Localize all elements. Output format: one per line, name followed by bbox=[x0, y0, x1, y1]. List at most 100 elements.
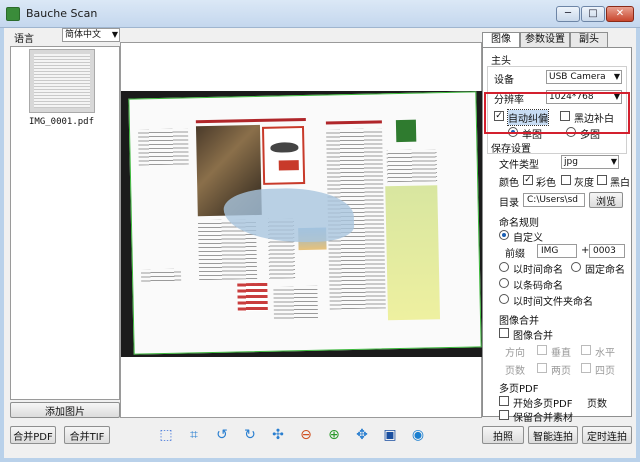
color-checkbox[interactable]: ✓ bbox=[523, 175, 533, 185]
title-bar: Bauche Scan ─ □ ✕ bbox=[0, 0, 640, 28]
directory-field[interactable]: C:\Users\sd bbox=[523, 193, 585, 207]
film-icon[interactable]: ▣ bbox=[380, 426, 400, 444]
fixed-radio[interactable] bbox=[571, 262, 581, 272]
naming-title: 命名规则 bbox=[499, 218, 539, 229]
barcode-radio[interactable] bbox=[499, 278, 509, 288]
two-pages-checkbox[interactable] bbox=[537, 363, 547, 373]
crop-icon[interactable]: ⌗ bbox=[184, 426, 204, 444]
custom-radio[interactable] bbox=[499, 230, 509, 240]
thumbnail-doc bbox=[34, 54, 90, 108]
yellow-sidebar bbox=[385, 185, 441, 321]
fixed-label[interactable]: 固定命名 bbox=[585, 261, 625, 276]
minimize-button[interactable]: ─ bbox=[556, 6, 580, 22]
barcode-label[interactable]: 以条码命名 bbox=[513, 277, 563, 292]
horizontal-label[interactable]: 水平 bbox=[595, 344, 615, 359]
directory-label: 目录 bbox=[499, 198, 519, 209]
chevron-down-icon: ▼ bbox=[109, 29, 118, 41]
scan-preview[interactable] bbox=[120, 42, 483, 418]
page-photo bbox=[237, 282, 268, 312]
chevron-down-icon: ▼ bbox=[611, 71, 620, 83]
counter-field[interactable]: 0003 bbox=[589, 244, 625, 258]
language-value: 简体中文 bbox=[65, 30, 102, 40]
scanned-page bbox=[128, 91, 482, 355]
horizontal-checkbox[interactable] bbox=[581, 345, 591, 355]
color-label: 颜色 bbox=[499, 178, 519, 189]
add-image-button[interactable]: 添加图片 bbox=[10, 402, 120, 418]
chevron-down-icon: ▼ bbox=[608, 156, 617, 168]
language-label: 语言 bbox=[14, 34, 34, 45]
merge-label[interactable]: 图像合并 bbox=[513, 327, 553, 342]
timed-shoot-button[interactable]: 定时连拍 bbox=[582, 426, 632, 444]
multipdf-title: 多页PDF bbox=[499, 384, 539, 395]
multipdf-pages-label: 页数 bbox=[587, 399, 607, 410]
maximize-button[interactable]: □ bbox=[581, 6, 605, 22]
by-time-radio[interactable] bbox=[499, 262, 509, 272]
green-logo-shape bbox=[395, 119, 417, 143]
device-value: USB Camera bbox=[549, 72, 606, 82]
smart-shoot-button[interactable]: 智能连拍 bbox=[528, 426, 578, 444]
client-area: 语言 简体中文 ▼ IMG_0001.pdf 添加图片 合并PDF 合并TIF … bbox=[4, 28, 636, 458]
close-button[interactable]: ✕ bbox=[606, 6, 634, 22]
header-rule bbox=[195, 117, 306, 124]
scan-background bbox=[121, 91, 483, 357]
zoom-out-icon[interactable]: ⊖ bbox=[296, 426, 316, 444]
color-option[interactable]: 彩色 bbox=[536, 174, 556, 189]
gray-option[interactable]: 灰度 bbox=[574, 174, 594, 189]
bird-shape bbox=[270, 142, 299, 153]
two-pages-label[interactable]: 两页 bbox=[551, 362, 571, 377]
device-select[interactable]: USB Camera ▼ bbox=[546, 70, 622, 84]
prefix-field[interactable]: IMG bbox=[537, 244, 577, 258]
text-column bbox=[138, 128, 189, 166]
thumbnail-filename: IMG_0001.pdf bbox=[29, 117, 95, 127]
vertical-checkbox[interactable] bbox=[537, 345, 547, 355]
price-tag bbox=[278, 160, 299, 171]
merge-checkbox[interactable] bbox=[499, 328, 509, 338]
bw-checkbox[interactable] bbox=[597, 175, 607, 185]
gray-checkbox[interactable] bbox=[561, 175, 571, 185]
fit-icon[interactable]: ✥ bbox=[352, 426, 372, 444]
bw-option[interactable]: 黑白 bbox=[610, 174, 630, 189]
start-multipdf-label[interactable]: 开始多页PDF bbox=[513, 395, 572, 410]
by-time-label[interactable]: 以时间命名 bbox=[513, 261, 563, 276]
rotate-left-icon[interactable]: ↺ bbox=[212, 426, 232, 444]
merge-pdf-button[interactable]: 合并PDF bbox=[10, 426, 56, 444]
eye-icon[interactable]: ◉ bbox=[408, 426, 428, 444]
language-select[interactable]: 简体中文 ▼ bbox=[62, 28, 120, 42]
header-rule bbox=[325, 120, 382, 125]
zoom-in-icon[interactable]: ⊕ bbox=[324, 426, 344, 444]
custom-label[interactable]: 自定义 bbox=[513, 229, 543, 244]
file-type-value: jpg bbox=[564, 157, 578, 167]
bottom-toolbar: 合并PDF 合并TIF ⬚ ⌗ ↺ ↻ ✣ ⊖ ⊕ ✥ ▣ ◉ 拍照 智能连拍 … bbox=[4, 422, 636, 456]
move-icon[interactable]: ✣ bbox=[268, 426, 288, 444]
merge-tif-button[interactable]: 合并TIF bbox=[64, 426, 110, 444]
four-pages-checkbox[interactable] bbox=[581, 363, 591, 373]
browse-button[interactable]: 浏览 bbox=[589, 192, 623, 208]
main-head-title: 主头 bbox=[491, 56, 511, 67]
keep-material-label[interactable]: 保留合并素材 bbox=[513, 409, 573, 424]
file-type-select[interactable]: jpg ▼ bbox=[561, 155, 619, 169]
save-settings-title: 保存设置 bbox=[491, 144, 531, 155]
thumbnail-list[interactable]: IMG_0001.pdf bbox=[10, 46, 120, 400]
start-multipdf-checkbox[interactable] bbox=[499, 396, 509, 406]
time-folder-radio[interactable] bbox=[499, 294, 509, 304]
tab-secondary[interactable]: 副头 bbox=[570, 32, 608, 48]
vertical-label[interactable]: 垂直 bbox=[551, 344, 571, 359]
app-icon bbox=[6, 7, 20, 21]
shoot-button[interactable]: 拍照 bbox=[482, 426, 524, 444]
direction-label: 方向 bbox=[505, 348, 525, 359]
file-type-label: 文件类型 bbox=[499, 160, 539, 171]
rotate-right-icon[interactable]: ↻ bbox=[240, 426, 260, 444]
highlight-box bbox=[484, 92, 630, 134]
thumbnail-image[interactable] bbox=[29, 49, 95, 113]
four-pages-label[interactable]: 四页 bbox=[595, 362, 615, 377]
text-column bbox=[140, 268, 182, 284]
settings-tabs: 图像 参数设置 副头 bbox=[482, 32, 632, 49]
select-icon[interactable]: ⬚ bbox=[156, 426, 176, 444]
pages-label: 页数 bbox=[505, 366, 525, 377]
time-folder-label[interactable]: 以时间文件夹命名 bbox=[513, 293, 593, 308]
tab-params[interactable]: 参数设置 bbox=[520, 32, 570, 48]
prefix-label: 前缀 bbox=[505, 249, 525, 260]
page-ad bbox=[261, 126, 306, 185]
keep-material-checkbox[interactable] bbox=[499, 410, 509, 420]
text-column bbox=[386, 149, 438, 183]
